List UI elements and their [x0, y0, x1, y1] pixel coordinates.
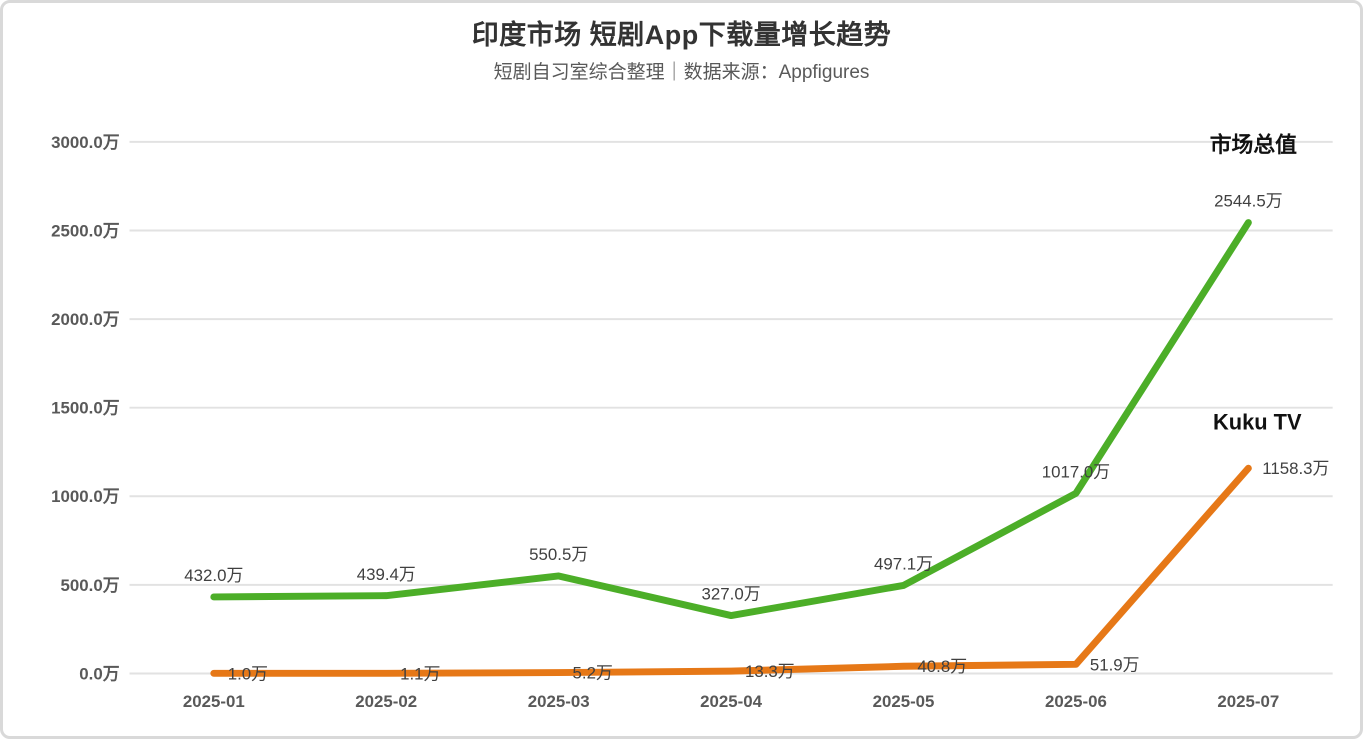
data-label-kuku-tv: 1158.3万 — [1262, 459, 1329, 478]
x-axis-tick-label: 2025-04 — [700, 692, 762, 711]
series-name-label-market-total: 市场总值 — [1210, 132, 1297, 157]
data-label-market-total: 2544.5万 — [1214, 192, 1282, 211]
data-label-market-total: 497.1万 — [874, 555, 933, 574]
y-axis-tick-label: 3000.0万 — [51, 133, 120, 152]
y-axis-tick-label: 1500.0万 — [51, 399, 120, 418]
data-label-kuku-tv: 40.8万 — [917, 657, 967, 676]
data-label-market-total: 550.5万 — [529, 545, 588, 564]
x-axis-tick-label: 2025-03 — [528, 692, 590, 711]
data-label-market-total: 327.0万 — [702, 585, 761, 604]
data-label-market-total: 439.4万 — [357, 565, 416, 584]
series-line-market-total — [210, 219, 1252, 620]
y-axis-tick-label: 2500.0万 — [51, 221, 120, 240]
chart-card: 印度市场 短剧App下载量增长趋势 短剧自习室综合整理｜数据来源：Appfigu… — [0, 0, 1363, 739]
data-label-kuku-tv: 5.2万 — [573, 664, 613, 683]
data-label-market-total: 1017.0万 — [1042, 462, 1110, 481]
data-label-kuku-tv: 1.0万 — [228, 664, 268, 683]
y-axis-tick-label: 2000.0万 — [51, 310, 120, 329]
x-axis-tick-label: 2025-01 — [183, 692, 245, 711]
x-axis-tick-label: 2025-06 — [1045, 692, 1107, 711]
data-label-kuku-tv: 1.1万 — [400, 664, 440, 683]
y-axis-tick-label: 500.0万 — [61, 576, 120, 595]
line-chart-plot: 3000.0万 2500.0万 2000.0万 1500.0万 1000.0万 500.0… — [51, 132, 1333, 711]
x-axis-tick-label: 2025-07 — [1217, 692, 1279, 711]
series-name-label-kuku-tv: Kuku TV — [1213, 410, 1302, 435]
data-label-kuku-tv: 51.9万 — [1090, 655, 1140, 674]
data-label-market-total: 432.0万 — [184, 566, 243, 585]
x-axis-tick-label: 2025-05 — [873, 692, 935, 711]
x-axis-tick-label: 2025-02 — [355, 692, 417, 711]
y-axis-tick-label: 1000.0万 — [51, 487, 120, 506]
y-axis-tick-label: 0.0万 — [79, 664, 119, 683]
data-label-kuku-tv: 13.3万 — [745, 662, 795, 681]
